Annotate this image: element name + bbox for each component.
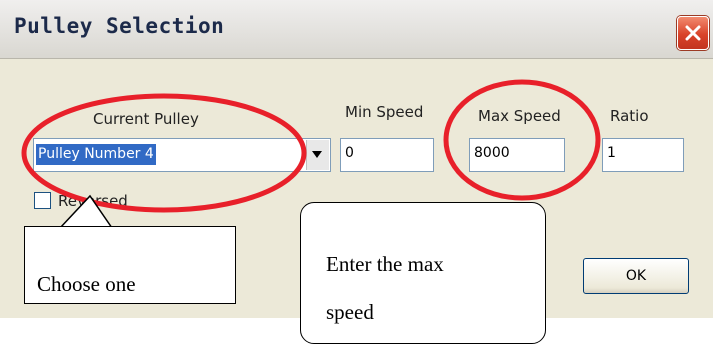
- min-speed-label: Min Speed: [345, 103, 424, 121]
- current-pulley-value: Pulley Number 4: [36, 144, 156, 165]
- dropdown-button[interactable]: [306, 140, 329, 170]
- enter-max-speed-callout: Enter the max speed: [300, 202, 546, 344]
- ok-button-label: OK: [625, 268, 647, 284]
- choose-one-text: Choose one: [37, 272, 136, 296]
- chevron-down-icon: [312, 151, 322, 158]
- min-speed-value: 0: [345, 145, 354, 161]
- close-x-icon: [685, 25, 701, 41]
- ratio-input[interactable]: 1: [602, 138, 684, 172]
- max-speed-input[interactable]: 8000: [469, 138, 565, 172]
- choose-one-callout: Choose one: [24, 226, 236, 304]
- close-button[interactable]: [677, 16, 709, 50]
- title-bar: Pulley Selection: [0, 0, 713, 59]
- current-pulley-label: Current Pulley: [93, 110, 199, 128]
- enter-max-line2: speed: [326, 300, 374, 324]
- current-pulley-select[interactable]: Pulley Number 4: [33, 138, 331, 172]
- reversed-checkbox[interactable]: [34, 192, 51, 209]
- reversed-label[interactable]: Reversed: [58, 192, 128, 210]
- ratio-value: 1: [607, 145, 616, 161]
- enter-max-line1: Enter the max: [326, 252, 444, 276]
- ok-button[interactable]: OK: [583, 258, 689, 294]
- ratio-label: Ratio: [610, 107, 649, 125]
- min-speed-input[interactable]: 0: [340, 138, 434, 172]
- window-title: Pulley Selection: [14, 14, 225, 38]
- max-speed-value: 8000: [474, 145, 510, 161]
- max-speed-label: Max Speed: [478, 107, 561, 125]
